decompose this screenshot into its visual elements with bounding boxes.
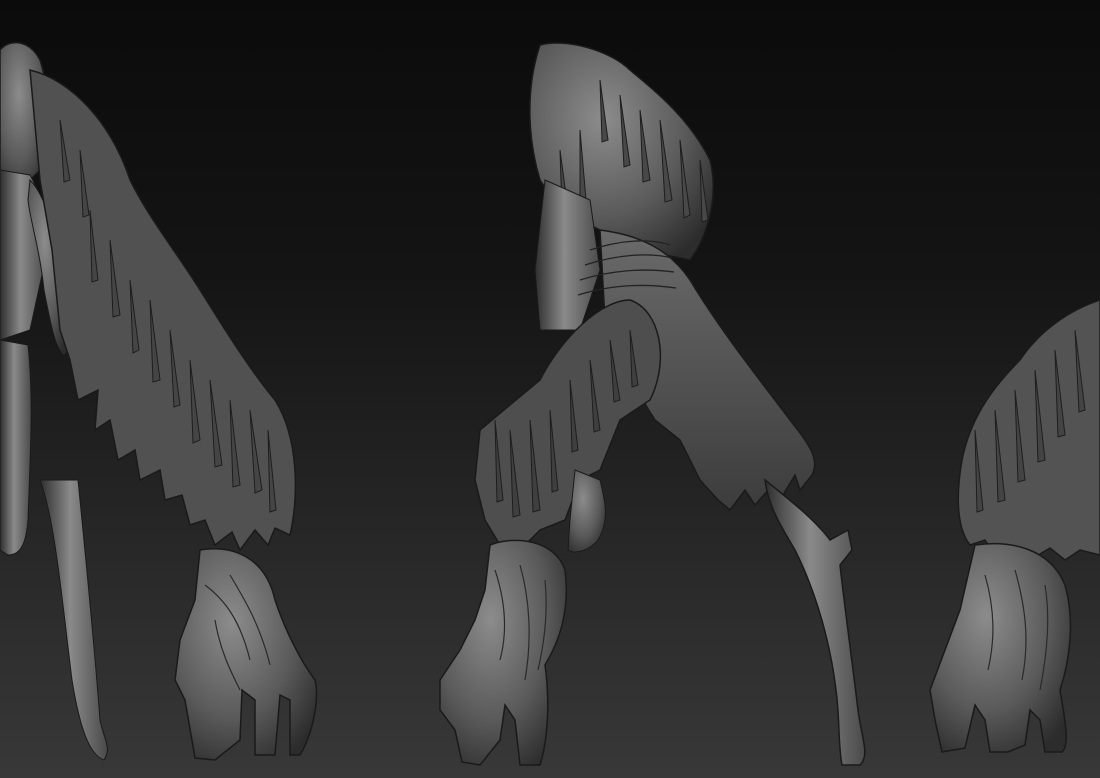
figure-left-front-leg [0, 339, 32, 556]
sculpt-viewport [0, 0, 1100, 778]
render-canvas [0, 0, 1100, 778]
